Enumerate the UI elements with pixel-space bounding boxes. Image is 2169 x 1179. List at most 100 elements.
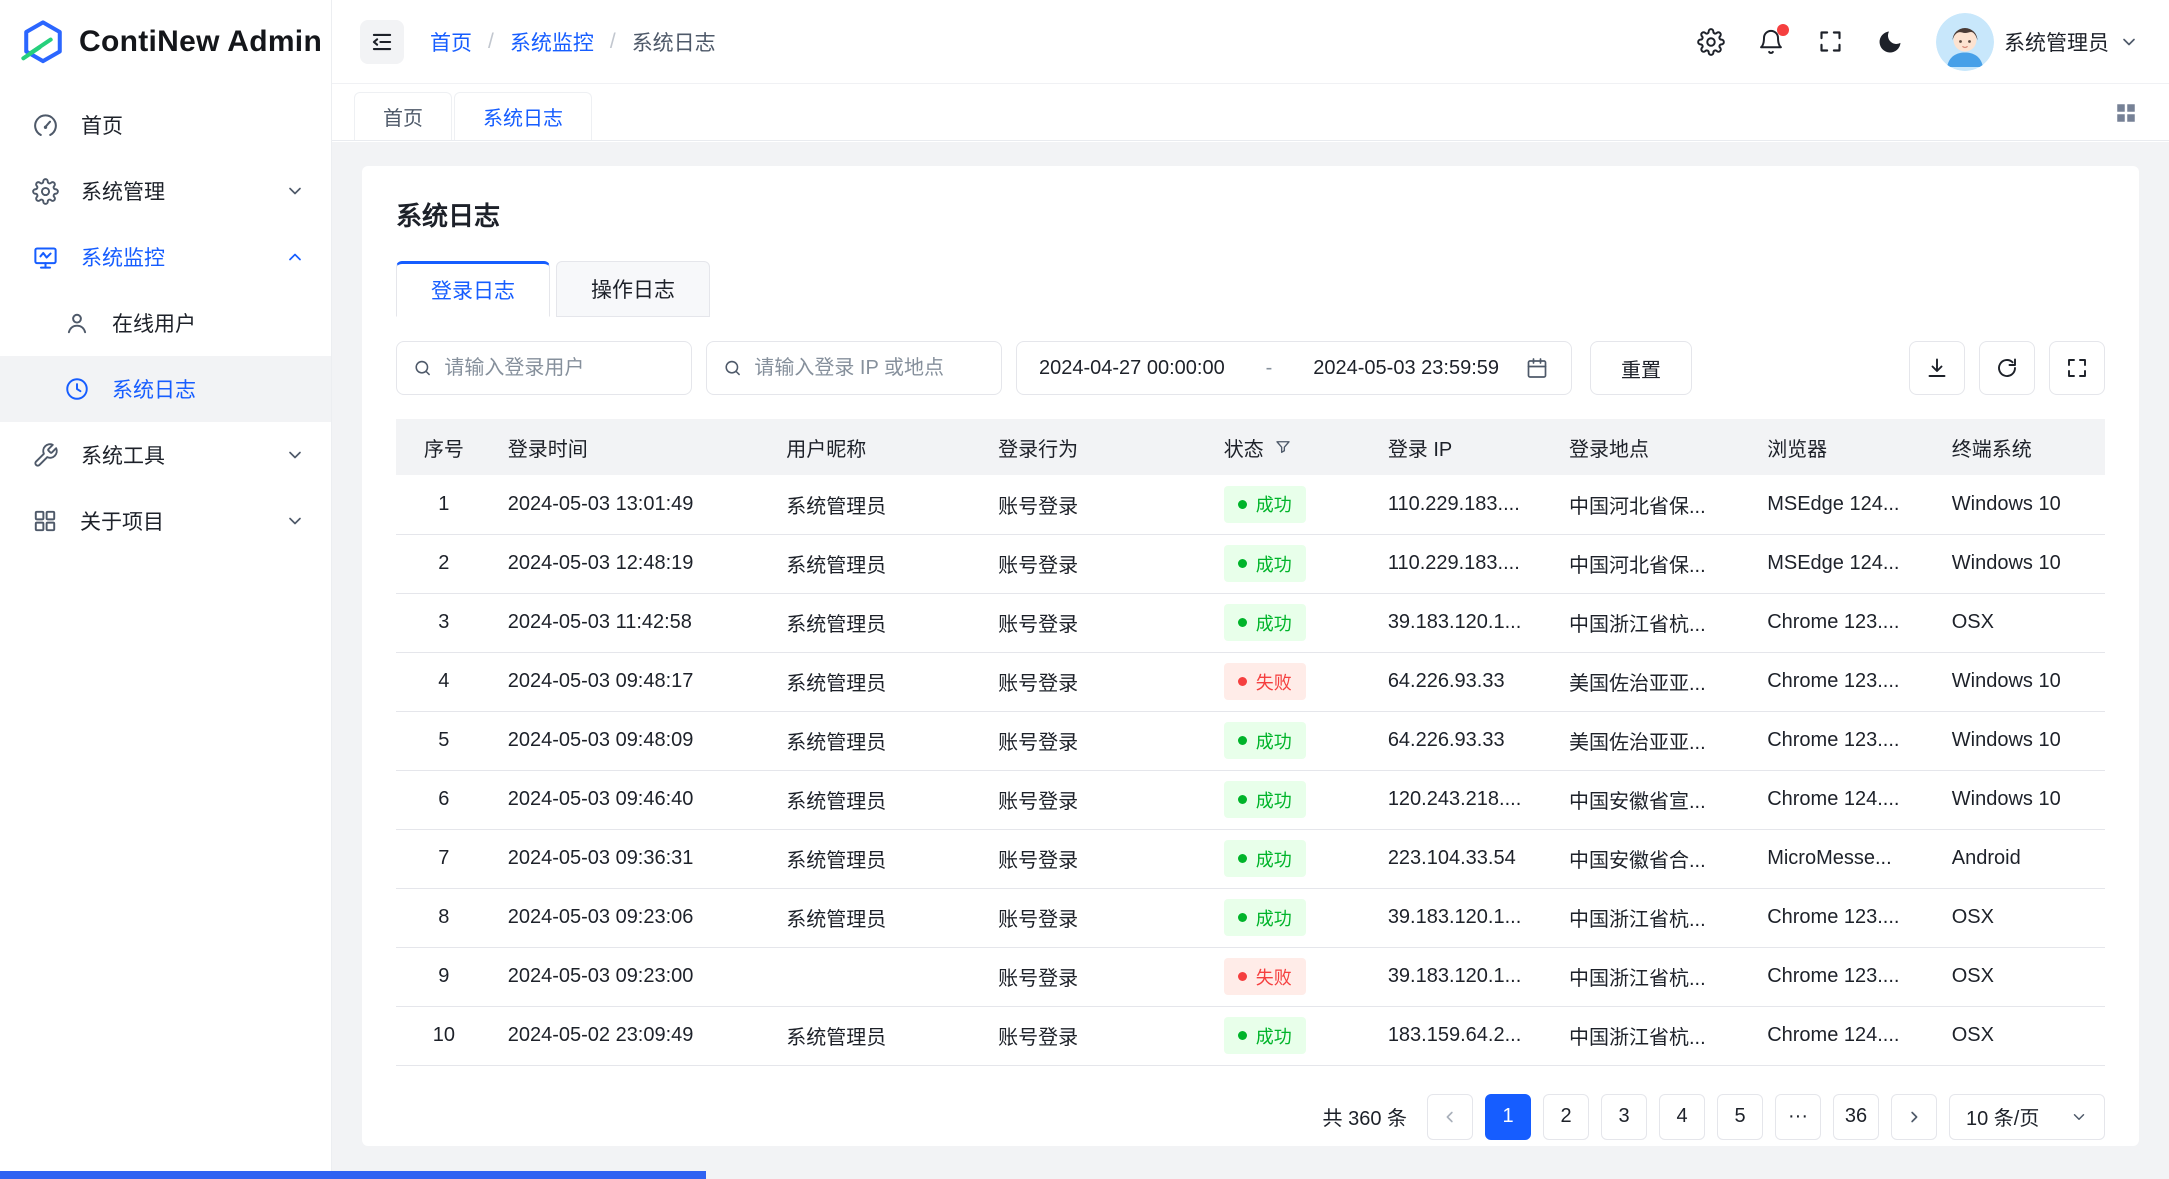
sidebar-collapse-button[interactable] (360, 20, 404, 64)
reset-button[interactable]: 重置 (1590, 341, 1692, 395)
date-start: 2024-04-27 00:00:00 (1039, 357, 1225, 380)
page-list: 12345 ··· 36 (1485, 1094, 1879, 1140)
col-behavior: 登录行为 (982, 419, 1208, 475)
chevron-down-icon (285, 181, 305, 201)
cell-status: 失败 (1208, 947, 1372, 1006)
status-badge: 成功 (1224, 1017, 1306, 1054)
tab-list-button[interactable] (2111, 98, 2141, 128)
page-size-select[interactable]: 10 条/页 (1949, 1094, 2105, 1140)
tab-home[interactable]: 首页 (354, 92, 452, 140)
export-button[interactable] (1909, 341, 1965, 395)
cell-nickname: 系统管理员 (770, 770, 982, 829)
cell-index: 9 (396, 947, 492, 1006)
breadcrumb-separator: / (488, 30, 494, 54)
cell-browser: Chrome 123.... (1751, 711, 1936, 770)
sidebar-item-about-project[interactable]: 关于项目 (0, 488, 331, 554)
cell-browser: MSEdge 124... (1751, 534, 1936, 593)
tab-login-log[interactable]: 登录日志 (396, 261, 550, 317)
cell-location: 美国佐治亚亚... (1553, 711, 1751, 770)
chevron-down-icon (285, 445, 305, 465)
cell-nickname: 系统管理员 (770, 1006, 982, 1065)
sidebar-item-system-management[interactable]: 系统管理 (0, 158, 331, 224)
cell-os: Windows 10 (1936, 711, 2105, 770)
page-ellipsis-button[interactable]: ··· (1775, 1094, 1821, 1140)
cell-status: 成功 (1208, 711, 1372, 770)
cell-status: 成功 (1208, 534, 1372, 593)
cell-nickname: 系统管理员 (770, 593, 982, 652)
col-browser: 浏览器 (1751, 419, 1936, 475)
settings-button[interactable] (1697, 28, 1725, 56)
cell-login-time: 2024-05-03 09:46:40 (492, 770, 771, 829)
sidebar-item-label: 在线用户 (112, 308, 196, 338)
fullscreen-button[interactable] (1817, 28, 1844, 55)
page-button[interactable]: 36 (1833, 1094, 1879, 1140)
table-row: 6 2024-05-03 09:46:40 系统管理员 账号登录 成功 120.… (396, 770, 2105, 829)
page-button[interactable]: 2 (1543, 1094, 1589, 1140)
cell-index: 7 (396, 829, 492, 888)
sidebar-item-system-monitor[interactable]: 系统监控 (0, 224, 331, 290)
cell-login-time: 2024-05-03 09:48:17 (492, 652, 771, 711)
cell-nickname: 系统管理员 (770, 534, 982, 593)
col-login-time: 登录时间 (492, 419, 771, 475)
notifications-button[interactable] (1757, 28, 1785, 56)
login-user-input[interactable] (444, 357, 675, 380)
cell-location: 中国安徽省合... (1553, 829, 1751, 888)
breadcrumb-separator: / (610, 30, 616, 54)
refresh-button[interactable] (1979, 341, 2035, 395)
breadcrumb-system-monitor[interactable]: 系统监控 (510, 27, 594, 57)
cell-os: Windows 10 (1936, 770, 2105, 829)
cell-location: 中国浙江省杭... (1553, 593, 1751, 652)
cell-browser: Chrome 124.... (1751, 770, 1936, 829)
cell-behavior: 账号登录 (982, 770, 1208, 829)
col-ip: 登录 IP (1372, 419, 1553, 475)
status-badge: 成功 (1224, 604, 1306, 641)
page-button[interactable]: 3 (1601, 1094, 1647, 1140)
expand-icon (2065, 356, 2089, 380)
sidebar-item-label: 系统日志 (112, 374, 196, 404)
date-range-picker[interactable]: 2024-04-27 00:00:00 - 2024-05-03 23:59:5… (1016, 341, 1572, 395)
system-log-card: 系统日志 登录日志 操作日志 2024-04-27 00:00:00 - (362, 166, 2139, 1146)
next-page-button[interactable] (1891, 1094, 1937, 1140)
table-row: 10 2024-05-02 23:09:49 系统管理员 账号登录 成功 183… (396, 1006, 2105, 1065)
table-row: 3 2024-05-03 11:42:58 系统管理员 账号登录 成功 39.1… (396, 593, 2105, 652)
date-end: 2024-05-03 23:59:59 (1313, 357, 1499, 380)
user-menu[interactable]: 系统管理员 (1936, 13, 2139, 71)
table-fullscreen-button[interactable] (2049, 341, 2105, 395)
cell-location: 中国浙江省杭... (1553, 888, 1751, 947)
cell-ip: 110.229.183.... (1372, 475, 1553, 534)
tab-system-log[interactable]: 系统日志 (454, 92, 592, 140)
cell-nickname: 系统管理员 (770, 888, 982, 947)
page-button[interactable]: 1 (1485, 1094, 1531, 1140)
cell-index: 1 (396, 475, 492, 534)
sidebar-item-online-users[interactable]: 在线用户 (0, 290, 331, 356)
cell-status: 成功 (1208, 770, 1372, 829)
tab-operation-log[interactable]: 操作日志 (556, 261, 710, 317)
cell-browser: Chrome 124.... (1751, 1006, 1936, 1065)
status-filter-icon[interactable] (1274, 438, 1292, 456)
sidebar-item-system-log[interactable]: 系统日志 (0, 356, 331, 422)
theme-toggle-button[interactable] (1876, 28, 1904, 56)
cell-ip: 183.159.64.2... (1372, 1006, 1553, 1065)
table-row: 4 2024-05-03 09:48:17 系统管理员 账号登录 失败 64.2… (396, 652, 2105, 711)
cell-login-time: 2024-05-03 12:48:19 (492, 534, 771, 593)
notification-badge (1777, 24, 1789, 36)
cell-os: Windows 10 (1936, 475, 2105, 534)
status-badge: 失败 (1224, 958, 1306, 995)
sidebar-item-home[interactable]: 首页 (0, 92, 331, 158)
cell-login-time: 2024-05-03 09:48:09 (492, 711, 771, 770)
breadcrumb-home[interactable]: 首页 (430, 27, 472, 57)
user-name: 系统管理员 (2004, 27, 2109, 57)
wrench-icon (32, 442, 59, 469)
sidebar-item-label: 系统工具 (81, 440, 165, 470)
login-ip-search (706, 341, 1002, 395)
sidebar: ContiNew Admin 首页 系统管理 (0, 0, 332, 1179)
sidebar-item-label: 系统监控 (81, 242, 165, 272)
page-button[interactable]: 5 (1717, 1094, 1763, 1140)
login-ip-input[interactable] (754, 357, 985, 380)
cell-ip: 110.229.183.... (1372, 534, 1553, 593)
table-row: 7 2024-05-03 09:36:31 系统管理员 账号登录 成功 223.… (396, 829, 2105, 888)
sidebar-item-system-tools[interactable]: 系统工具 (0, 422, 331, 488)
prev-page-button[interactable] (1427, 1094, 1473, 1140)
page-button[interactable]: 4 (1659, 1094, 1705, 1140)
col-status-label: 状态 (1224, 433, 1264, 462)
